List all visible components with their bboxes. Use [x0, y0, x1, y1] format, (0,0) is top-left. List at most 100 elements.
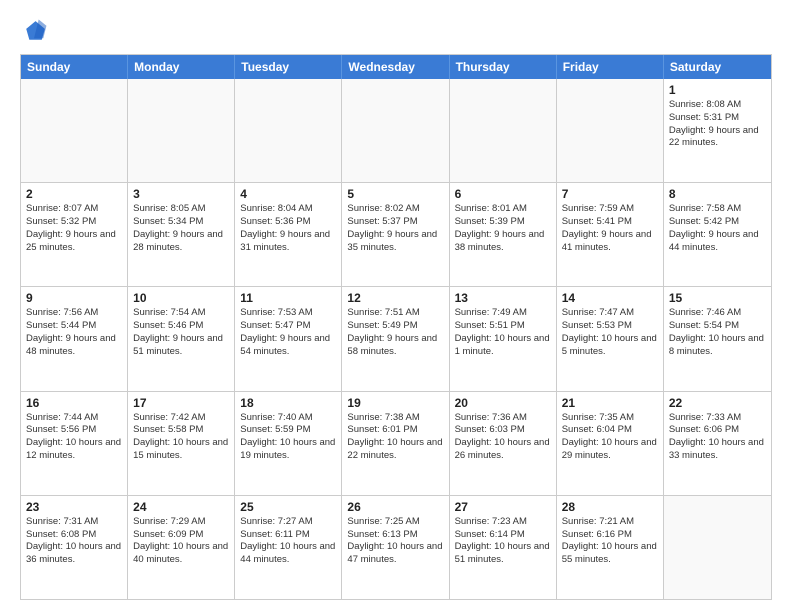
calendar-cell: 19 Sunrise: 7:38 AM Sunset: 6:01 PM Dayli… [342, 392, 449, 495]
header-day-friday: Friday [557, 55, 664, 79]
day-number: 18 [240, 396, 336, 410]
calendar-cell: 24Sunrise: 7:29 AM Sunset: 6:09 PM Dayli… [128, 496, 235, 599]
day-info: Sunrise: 8:07 AM Sunset: 5:32 PM Dayligh… [26, 203, 122, 254]
day-number: 17 [133, 396, 229, 410]
calendar-cell: 9 Sunrise: 7:56 AM Sunset: 5:44 PM Daylig… [21, 287, 128, 390]
calendar-cell [450, 79, 557, 182]
header-day-sunday: Sunday [21, 55, 128, 79]
day-info: Sunrise: 7:56 AM Sunset: 5:44 PM Dayligh… [26, 307, 122, 358]
day-info: Sunrise: 7:51 AM Sunset: 5:49 PM Dayligh… [347, 307, 443, 358]
day-number: 8 [669, 187, 766, 201]
calendar-row-5: 23 Sunrise: 7:31 AM Sunset: 6:08 PM Dayli… [21, 496, 771, 599]
calendar-row-3: 9 Sunrise: 7:56 AM Sunset: 5:44 PM Daylig… [21, 287, 771, 391]
calendar-cell: 6Sunrise: 8:01 AM Sunset: 5:39 PM Daylig… [450, 183, 557, 286]
page: SundayMondayTuesdayWednesdayThursdayFrid… [0, 0, 792, 612]
day-info: Sunrise: 7:54 AM Sunset: 5:46 PM Dayligh… [133, 307, 229, 358]
day-number: 19 [347, 396, 443, 410]
day-info: Sunrise: 7:27 AM Sunset: 6:11 PM Dayligh… [240, 516, 336, 567]
calendar-cell: 14 Sunrise: 7:47 AM Sunset: 5:53 PM Dayli… [557, 287, 664, 390]
calendar-body: 1 Sunrise: 8:08 AM Sunset: 5:31 PM Daylig… [21, 79, 771, 599]
calendar-cell: 12 Sunrise: 7:51 AM Sunset: 5:49 PM Dayli… [342, 287, 449, 390]
calendar-cell [557, 79, 664, 182]
header-day-thursday: Thursday [450, 55, 557, 79]
calendar-cell [235, 79, 342, 182]
day-number: 26 [347, 500, 443, 514]
day-number: 11 [240, 291, 336, 305]
calendar-cell [21, 79, 128, 182]
day-number: 9 [26, 291, 122, 305]
calendar-cell: 10 Sunrise: 7:54 AM Sunset: 5:46 PM Dayli… [128, 287, 235, 390]
day-info: Sunrise: 7:25 AM Sunset: 6:13 PM Dayligh… [347, 516, 443, 567]
calendar-cell: 23 Sunrise: 7:31 AM Sunset: 6:08 PM Dayli… [21, 496, 128, 599]
calendar-cell [128, 79, 235, 182]
day-number: 1 [669, 83, 766, 97]
day-number: 23 [26, 500, 122, 514]
calendar-cell: 13 Sunrise: 7:49 AM Sunset: 5:51 PM Dayli… [450, 287, 557, 390]
calendar-cell: 16 Sunrise: 7:44 AM Sunset: 5:56 PM Dayli… [21, 392, 128, 495]
day-info: Sunrise: 7:46 AM Sunset: 5:54 PM Dayligh… [669, 307, 766, 358]
header-day-saturday: Saturday [664, 55, 771, 79]
day-number: 10 [133, 291, 229, 305]
calendar-header: SundayMondayTuesdayWednesdayThursdayFrid… [21, 55, 771, 79]
calendar-cell: 2 Sunrise: 8:07 AM Sunset: 5:32 PM Daylig… [21, 183, 128, 286]
day-info: Sunrise: 7:42 AM Sunset: 5:58 PM Dayligh… [133, 412, 229, 463]
day-info: Sunrise: 8:01 AM Sunset: 5:39 PM Dayligh… [455, 203, 551, 254]
day-number: 24 [133, 500, 229, 514]
day-info: Sunrise: 7:36 AM Sunset: 6:03 PM Dayligh… [455, 412, 551, 463]
day-number: 16 [26, 396, 122, 410]
calendar-cell: 17 Sunrise: 7:42 AM Sunset: 5:58 PM Dayli… [128, 392, 235, 495]
calendar-cell: 28Sunrise: 7:21 AM Sunset: 6:16 PM Dayli… [557, 496, 664, 599]
calendar-cell: 5 Sunrise: 8:02 AM Sunset: 5:37 PM Daylig… [342, 183, 449, 286]
calendar-cell: 4 Sunrise: 8:04 AM Sunset: 5:36 PM Daylig… [235, 183, 342, 286]
day-number: 2 [26, 187, 122, 201]
header [20, 18, 772, 46]
day-info: Sunrise: 7:47 AM Sunset: 5:53 PM Dayligh… [562, 307, 658, 358]
header-day-monday: Monday [128, 55, 235, 79]
day-number: 3 [133, 187, 229, 201]
logo-icon [20, 18, 48, 46]
day-info: Sunrise: 7:33 AM Sunset: 6:06 PM Dayligh… [669, 412, 766, 463]
calendar-cell: 20 Sunrise: 7:36 AM Sunset: 6:03 PM Dayli… [450, 392, 557, 495]
calendar-cell: 26 Sunrise: 7:25 AM Sunset: 6:13 PM Dayli… [342, 496, 449, 599]
day-info: Sunrise: 8:08 AM Sunset: 5:31 PM Dayligh… [669, 99, 766, 150]
day-number: 13 [455, 291, 551, 305]
day-info: Sunrise: 7:49 AM Sunset: 5:51 PM Dayligh… [455, 307, 551, 358]
day-info: Sunrise: 7:59 AM Sunset: 5:41 PM Dayligh… [562, 203, 658, 254]
day-number: 4 [240, 187, 336, 201]
day-info: Sunrise: 7:53 AM Sunset: 5:47 PM Dayligh… [240, 307, 336, 358]
day-number: 21 [562, 396, 658, 410]
day-number: 25 [240, 500, 336, 514]
day-info: Sunrise: 7:31 AM Sunset: 6:08 PM Dayligh… [26, 516, 122, 567]
day-number: 12 [347, 291, 443, 305]
calendar-row-2: 2 Sunrise: 8:07 AM Sunset: 5:32 PM Daylig… [21, 183, 771, 287]
day-info: Sunrise: 8:04 AM Sunset: 5:36 PM Dayligh… [240, 203, 336, 254]
calendar-row-1: 1 Sunrise: 8:08 AM Sunset: 5:31 PM Daylig… [21, 79, 771, 183]
day-info: Sunrise: 7:35 AM Sunset: 6:04 PM Dayligh… [562, 412, 658, 463]
calendar-cell: 1 Sunrise: 8:08 AM Sunset: 5:31 PM Daylig… [664, 79, 771, 182]
day-number: 20 [455, 396, 551, 410]
day-info: Sunrise: 7:58 AM Sunset: 5:42 PM Dayligh… [669, 203, 766, 254]
calendar-cell: 7Sunrise: 7:59 AM Sunset: 5:41 PM Daylig… [557, 183, 664, 286]
day-number: 14 [562, 291, 658, 305]
calendar-cell: 3Sunrise: 8:05 AM Sunset: 5:34 PM Daylig… [128, 183, 235, 286]
calendar-cell: 11 Sunrise: 7:53 AM Sunset: 5:47 PM Dayli… [235, 287, 342, 390]
day-info: Sunrise: 8:02 AM Sunset: 5:37 PM Dayligh… [347, 203, 443, 254]
header-day-tuesday: Tuesday [235, 55, 342, 79]
calendar-cell: 8 Sunrise: 7:58 AM Sunset: 5:42 PM Daylig… [664, 183, 771, 286]
day-info: Sunrise: 7:38 AM Sunset: 6:01 PM Dayligh… [347, 412, 443, 463]
day-number: 5 [347, 187, 443, 201]
day-info: Sunrise: 7:21 AM Sunset: 6:16 PM Dayligh… [562, 516, 658, 567]
day-info: Sunrise: 7:44 AM Sunset: 5:56 PM Dayligh… [26, 412, 122, 463]
day-number: 15 [669, 291, 766, 305]
day-number: 22 [669, 396, 766, 410]
calendar-cell [664, 496, 771, 599]
day-info: Sunrise: 7:40 AM Sunset: 5:59 PM Dayligh… [240, 412, 336, 463]
logo [20, 18, 52, 46]
calendar-cell: 22 Sunrise: 7:33 AM Sunset: 6:06 PM Dayli… [664, 392, 771, 495]
calendar-cell: 21 Sunrise: 7:35 AM Sunset: 6:04 PM Dayli… [557, 392, 664, 495]
calendar-row-4: 16 Sunrise: 7:44 AM Sunset: 5:56 PM Dayli… [21, 392, 771, 496]
calendar-cell [342, 79, 449, 182]
calendar-cell: 18 Sunrise: 7:40 AM Sunset: 5:59 PM Dayli… [235, 392, 342, 495]
day-number: 27 [455, 500, 551, 514]
calendar: SundayMondayTuesdayWednesdayThursdayFrid… [20, 54, 772, 600]
